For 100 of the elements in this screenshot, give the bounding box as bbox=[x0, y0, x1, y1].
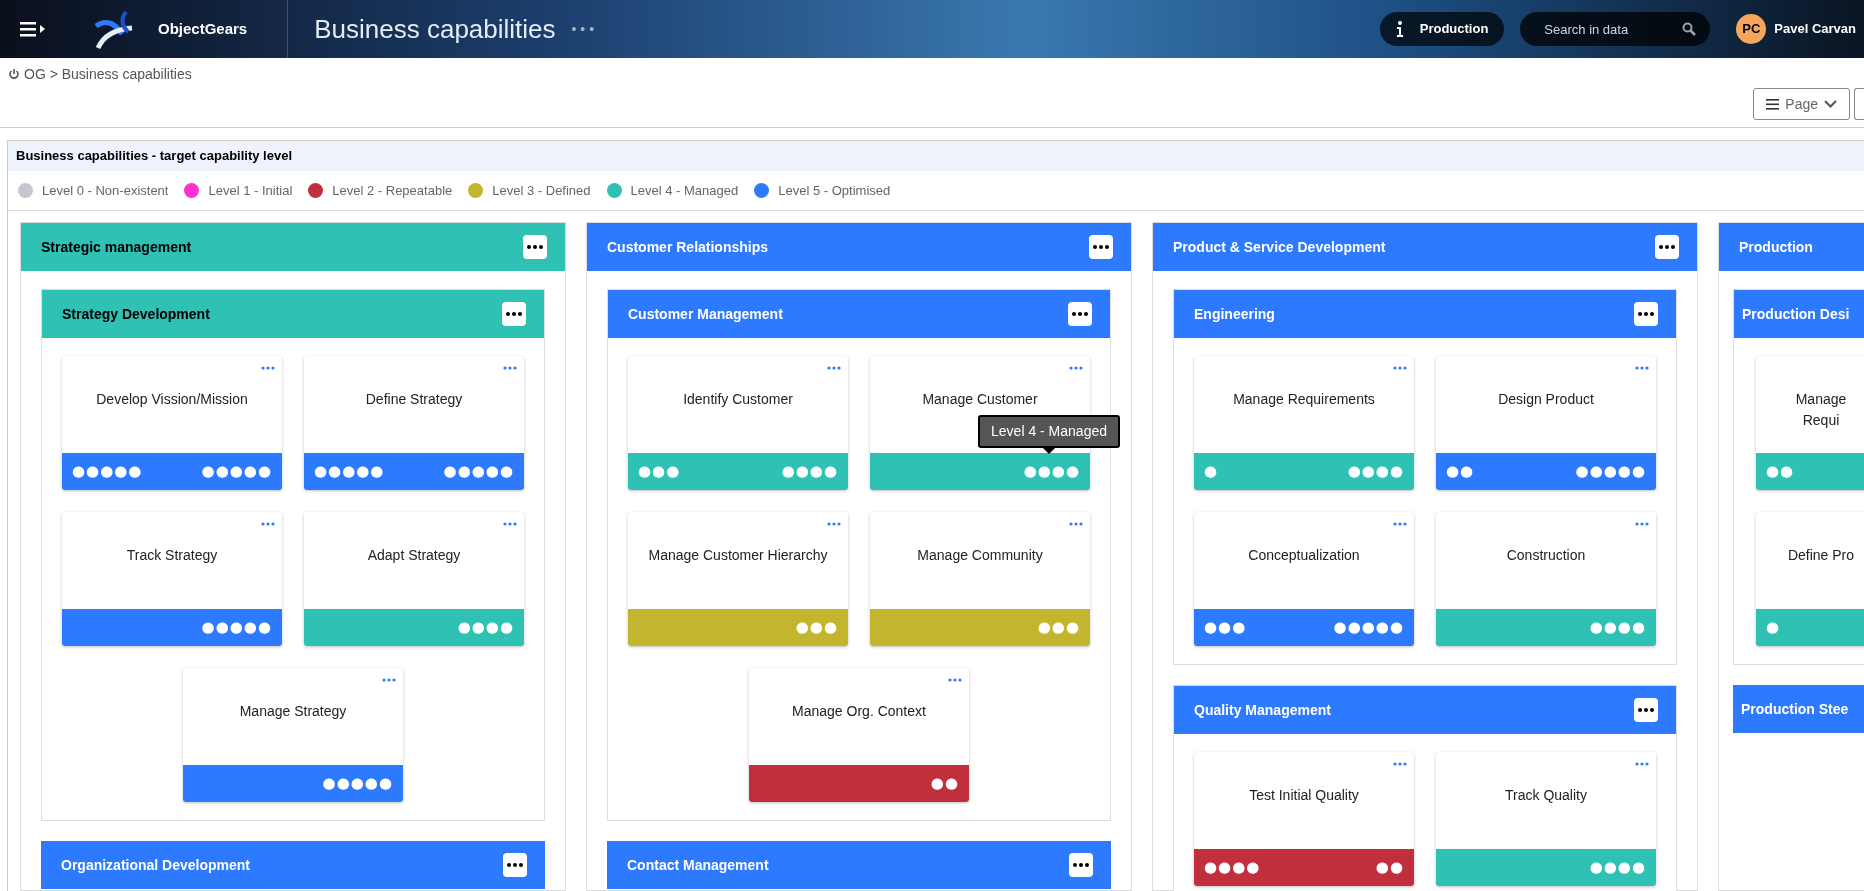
column-title: Customer Relationships bbox=[607, 237, 769, 257]
level-dots: ●●●●● bbox=[443, 464, 514, 479]
info-icon bbox=[1395, 21, 1404, 37]
capability-name: Adapt Strategy bbox=[367, 546, 461, 565]
more-icon[interactable] bbox=[1393, 366, 1407, 370]
toolbar-button[interactable] bbox=[1854, 88, 1864, 120]
app-name[interactable]: ObjectGears bbox=[158, 17, 248, 41]
capability-name: Track Quality bbox=[1505, 786, 1587, 805]
level-dots: ●●● bbox=[1037, 620, 1080, 635]
level-dots: ●●●● bbox=[1347, 464, 1404, 479]
more-icon[interactable] bbox=[1635, 366, 1649, 370]
level-dots: ●●●●● bbox=[1333, 620, 1404, 635]
more-button[interactable] bbox=[1634, 302, 1658, 326]
capability-card[interactable]: Construction ●●●● bbox=[1436, 512, 1656, 646]
legend-label: Level 4 - Managed bbox=[630, 181, 739, 200]
more-button[interactable]: • • • bbox=[571, 18, 595, 40]
level-dots: ●●●● bbox=[1589, 620, 1646, 635]
level-dots: ●●●● bbox=[1023, 464, 1080, 479]
more-icon[interactable] bbox=[1393, 522, 1407, 526]
level-dots: ●● bbox=[930, 776, 959, 791]
more-icon[interactable] bbox=[503, 522, 517, 526]
search-icon bbox=[1682, 22, 1697, 36]
more-button[interactable] bbox=[523, 235, 547, 259]
more-icon[interactable] bbox=[261, 522, 275, 526]
more-button[interactable] bbox=[1655, 235, 1679, 259]
more-button[interactable] bbox=[502, 302, 526, 326]
search-field[interactable]: Search in data bbox=[1520, 12, 1711, 46]
group-title: Customer Management bbox=[628, 304, 783, 324]
level-dots: ●●●●● bbox=[201, 464, 272, 479]
capability-name: Manage Community bbox=[917, 546, 1043, 565]
level-dots: ● bbox=[1766, 620, 1781, 635]
menu-button[interactable] bbox=[20, 19, 46, 39]
capability-card[interactable]: Define Strategy ●●●●● ●●●●● bbox=[304, 356, 524, 490]
level-dots: ●●●●● bbox=[322, 776, 393, 791]
more-icon[interactable] bbox=[261, 366, 275, 370]
capability-card[interactable]: Conceptualization ●●● ●●●●● bbox=[1194, 512, 1414, 646]
capability-name: Manage Customer Hierarchy bbox=[648, 546, 828, 565]
more-icon[interactable] bbox=[1069, 522, 1083, 526]
capability-card[interactable]: Design Product ●● ●●●●● bbox=[1436, 356, 1656, 490]
capability-card[interactable]: Manage Requirements ● ●●●● bbox=[1194, 356, 1414, 490]
capability-card[interactable]: Track Strategy ●●●●● bbox=[62, 512, 282, 646]
more-button[interactable] bbox=[1634, 698, 1658, 722]
level-dots: ●●● bbox=[795, 620, 838, 635]
capability-card[interactable]: Identify Customer ●●● ●●●● bbox=[628, 356, 848, 490]
user-name[interactable]: Pavel Carvan bbox=[1774, 19, 1856, 39]
group-title: Production Stee bbox=[1741, 699, 1849, 719]
page-title: Business capabilities bbox=[314, 12, 556, 46]
chevron-down-icon bbox=[1824, 100, 1837, 108]
page-menu-button[interactable]: Page bbox=[1753, 88, 1850, 120]
more-icon[interactable] bbox=[1393, 762, 1407, 766]
panel-title: Business capabilities - target capability level bbox=[16, 147, 292, 166]
level-dots: ●●●● bbox=[781, 464, 838, 479]
capability-name: Conceptualization bbox=[1248, 546, 1360, 565]
more-button[interactable] bbox=[1089, 235, 1113, 259]
environment-button[interactable]: Production bbox=[1379, 12, 1505, 46]
capability-card[interactable]: Manage Community ●●● bbox=[870, 512, 1090, 646]
level-dots: ●●●●● bbox=[201, 620, 272, 635]
capability-card[interactable]: Manage Requi ●● bbox=[1756, 356, 1864, 490]
capability-card[interactable]: Manage Org. Context ●● bbox=[749, 668, 969, 802]
more-icon[interactable] bbox=[1635, 522, 1649, 526]
capability-name: Manage Strategy bbox=[239, 702, 347, 721]
capability-card[interactable]: Develop Vission/Mission ●●●●● ●●●●● bbox=[62, 356, 282, 490]
more-button[interactable] bbox=[1069, 853, 1093, 877]
column-title: Strategic management bbox=[41, 237, 192, 257]
more-button[interactable] bbox=[1068, 302, 1092, 326]
capability-card[interactable]: Test Initial Quality ●●●● ●● bbox=[1194, 752, 1414, 886]
more-icon bbox=[1638, 312, 1654, 316]
capability-name: Manage Requi bbox=[1794, 390, 1848, 430]
more-icon bbox=[1093, 245, 1109, 249]
more-icon[interactable] bbox=[827, 522, 841, 526]
more-icon[interactable] bbox=[503, 366, 517, 370]
more-icon[interactable] bbox=[382, 678, 396, 682]
capability-card[interactable]: Define Pro ● bbox=[1756, 512, 1864, 646]
capability-name: Design Product bbox=[1498, 390, 1594, 409]
more-button[interactable] bbox=[503, 853, 527, 877]
more-icon[interactable] bbox=[827, 366, 841, 370]
level-dots: ●● bbox=[1766, 464, 1795, 479]
level-dots: ●●● bbox=[1204, 620, 1247, 635]
more-icon[interactable] bbox=[1069, 366, 1083, 370]
legend-label: Level 2 - Repeatable bbox=[332, 181, 453, 200]
capability-name: Define Strategy bbox=[365, 390, 463, 409]
capability-name: Test Initial Quality bbox=[1249, 786, 1359, 805]
column-title: Production bbox=[1739, 237, 1813, 257]
capability-card[interactable]: Manage Strategy ●●●●● bbox=[183, 668, 403, 802]
level-dots: ●●●● bbox=[1589, 860, 1646, 875]
capability-name: Manage Requirements bbox=[1233, 390, 1375, 409]
capability-card[interactable]: Manage Customer Hierarchy ●●● bbox=[628, 512, 848, 646]
capability-card[interactable]: Adapt Strategy ●●●● bbox=[304, 512, 524, 646]
more-icon[interactable] bbox=[948, 678, 962, 682]
group-title: Engineering bbox=[1194, 304, 1275, 324]
capability-card[interactable]: Track Quality ●●●● bbox=[1436, 752, 1656, 886]
level-dots: ●●●●● bbox=[314, 464, 385, 479]
avatar[interactable]: PC bbox=[1736, 14, 1767, 44]
legend-label: Level 1 - Initial bbox=[208, 181, 293, 200]
more-icon[interactable] bbox=[1635, 762, 1649, 766]
more-icon bbox=[1638, 708, 1654, 712]
more-icon bbox=[506, 312, 522, 316]
breadcrumb[interactable]: OG > Business capabilities bbox=[24, 63, 192, 85]
level-dots: ●● bbox=[1375, 860, 1404, 875]
capability-name: Manage Customer bbox=[922, 390, 1038, 409]
